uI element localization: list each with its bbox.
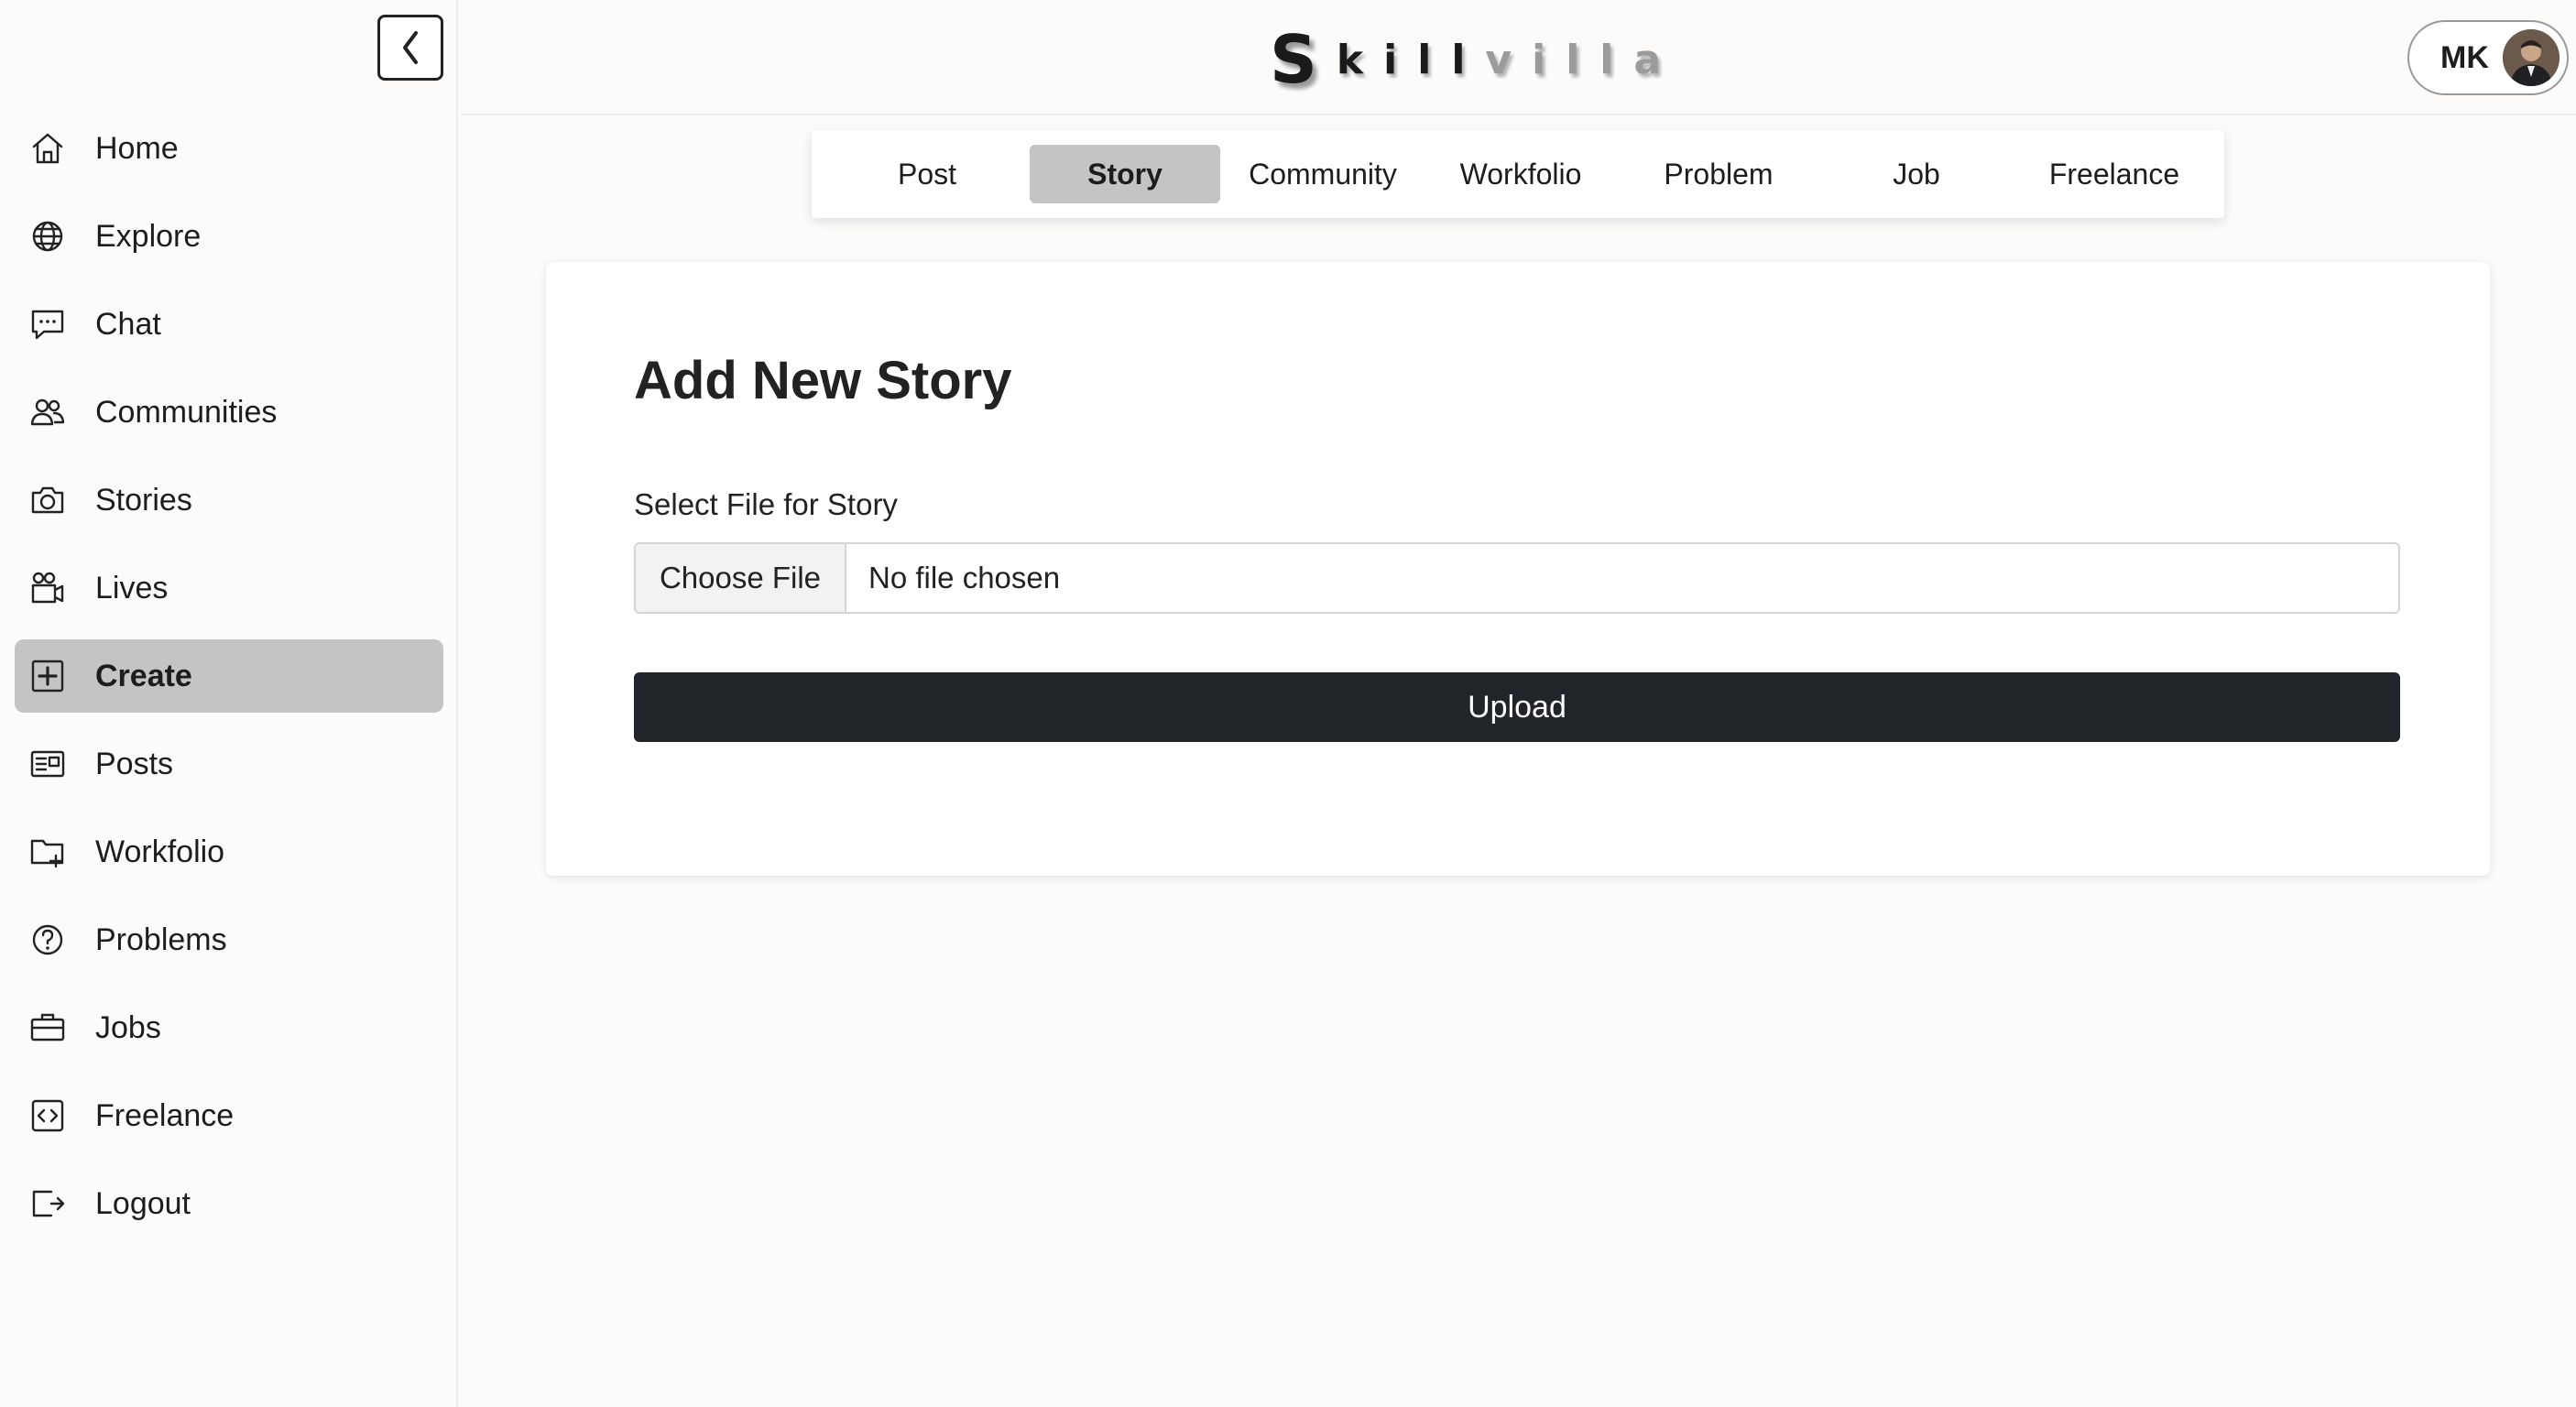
sidebar-item-logout[interactable]: Logout xyxy=(15,1167,443,1240)
users-icon xyxy=(27,392,68,432)
sidebar-item-jobs[interactable]: Jobs xyxy=(15,991,443,1064)
sidebar-item-workfolio[interactable]: Workfolio xyxy=(15,815,443,889)
brand-letter: i xyxy=(1532,36,1546,83)
sidebar-item-label: Logout xyxy=(95,1185,191,1221)
create-type-tabs: Post Story Community Workfolio Problem Job Fre… xyxy=(812,130,2224,218)
brand-initial: S xyxy=(1270,21,1317,98)
chevron-left-icon xyxy=(403,31,418,64)
file-status-text: No file chosen xyxy=(868,561,1061,594)
sidebar-item-label: Lives xyxy=(95,570,169,605)
sidebar-item-create[interactable]: Create xyxy=(15,639,443,713)
brand-letter: l xyxy=(1566,36,1580,83)
sidebar-item-label: Explore xyxy=(95,218,202,254)
sidebar-item-explore[interactable]: Explore xyxy=(15,200,443,273)
tab-problem[interactable]: Problem xyxy=(1623,145,1814,203)
tab-workfolio[interactable]: Workfolio xyxy=(1425,145,1616,203)
brand-letter: v xyxy=(1485,36,1512,83)
tab-freelance[interactable]: Freelance xyxy=(2019,145,2210,203)
chat-icon xyxy=(27,304,68,344)
camera-icon xyxy=(27,480,68,520)
tab-job[interactable]: Job xyxy=(1821,145,2012,203)
collapse-sidebar-button[interactable] xyxy=(377,15,443,81)
brand-letter: l xyxy=(1451,36,1466,83)
brand-letter: a xyxy=(1633,36,1662,83)
profile-initials: MK xyxy=(2440,39,2489,75)
top-header: Skillvilla MK xyxy=(460,0,2576,115)
globe-icon xyxy=(27,216,68,256)
brand-letter: l xyxy=(1417,36,1432,83)
sidebar-item-freelance[interactable]: Freelance xyxy=(15,1079,443,1152)
tab-community[interactable]: Community xyxy=(1228,145,1418,203)
file-field-label: Select File for Story xyxy=(634,487,898,521)
brand-letter: l xyxy=(1599,36,1614,83)
sidebar-item-home[interactable]: Home xyxy=(15,112,443,185)
tab-post[interactable]: Post xyxy=(832,145,1022,203)
profile-button[interactable]: MK xyxy=(2407,20,2569,95)
sidebar-item-lives[interactable]: Lives xyxy=(15,551,443,625)
sidebar-item-label: Problems xyxy=(95,922,227,957)
page-title: Add New Story xyxy=(634,351,1012,410)
folder-plus-icon xyxy=(27,832,68,872)
brand-letter: i xyxy=(1383,36,1398,83)
newspaper-icon xyxy=(27,744,68,784)
sidebar-item-label: Communities xyxy=(95,394,278,430)
briefcase-icon xyxy=(27,1008,68,1048)
sidebar-nav: Home Explore Chat Communities Stories Lives Cr… xyxy=(15,112,443,1255)
plus-square-icon xyxy=(27,656,68,696)
logout-icon xyxy=(27,1183,68,1224)
sidebar: Home Explore Chat Communities Stories Lives Cr… xyxy=(0,0,458,1407)
sidebar-item-label: Posts xyxy=(95,746,174,781)
sidebar-item-label: Jobs xyxy=(95,1009,161,1045)
sidebar-item-chat[interactable]: Chat xyxy=(15,288,443,361)
sidebar-item-label: Chat xyxy=(95,306,161,342)
sidebar-item-label: Home xyxy=(95,130,179,166)
upload-button[interactable]: Upload xyxy=(634,672,2400,742)
question-icon xyxy=(27,920,68,960)
add-story-card: Add New Story Select File for Story Choo… xyxy=(546,262,2490,876)
sidebar-item-posts[interactable]: Posts xyxy=(15,727,443,801)
video-icon xyxy=(27,568,68,608)
file-input[interactable]: Choose File No file chosen xyxy=(634,542,2400,614)
sidebar-item-stories[interactable]: Stories xyxy=(15,464,443,537)
home-icon xyxy=(27,128,68,169)
avatar xyxy=(2503,29,2560,86)
code-icon xyxy=(27,1096,68,1136)
sidebar-item-label: Create xyxy=(95,658,192,693)
choose-file-button[interactable]: Choose File xyxy=(636,544,846,612)
brand-letter: k xyxy=(1336,36,1364,83)
tab-story[interactable]: Story xyxy=(1030,145,1220,203)
sidebar-item-label: Workfolio xyxy=(95,834,225,869)
sidebar-item-label: Stories xyxy=(95,482,192,518)
app-root: Home Explore Chat Communities Stories Lives Cr… xyxy=(0,0,2576,1407)
sidebar-item-problems[interactable]: Problems xyxy=(15,903,443,976)
sidebar-item-label: Freelance xyxy=(95,1097,235,1133)
sidebar-item-communities[interactable]: Communities xyxy=(15,376,443,449)
brand-logo[interactable]: Skillvilla xyxy=(1270,21,1671,98)
